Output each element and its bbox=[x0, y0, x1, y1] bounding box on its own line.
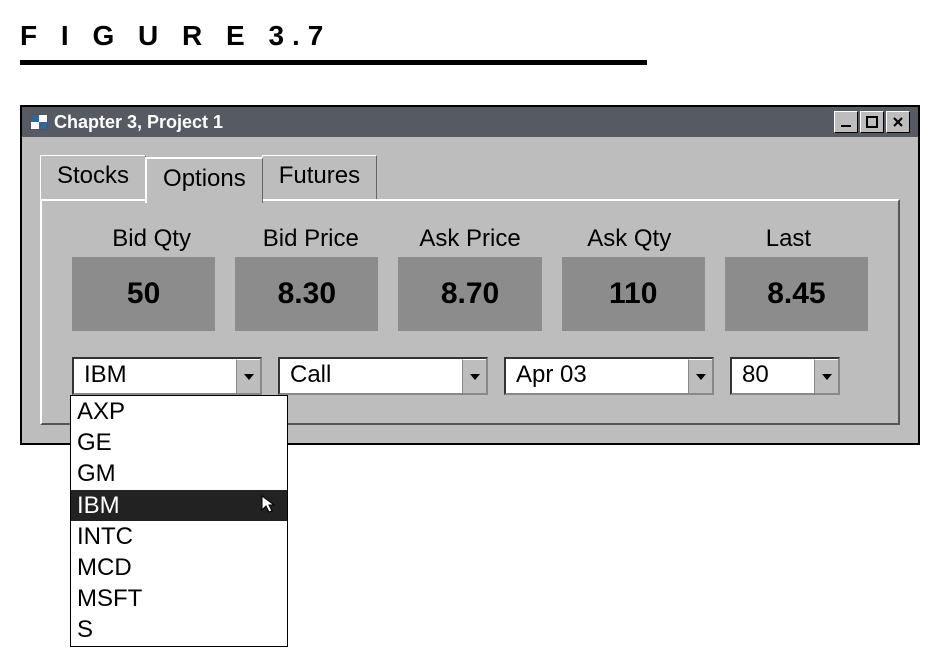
strike-combo[interactable]: 80 bbox=[730, 357, 840, 395]
type-combo[interactable]: Call bbox=[278, 357, 488, 395]
dropdown-item[interactable]: S bbox=[71, 614, 287, 645]
strike-combo-button[interactable] bbox=[814, 359, 838, 393]
tab-strip: Stocks Options Futures bbox=[40, 155, 900, 199]
symbol-combo[interactable]: IBM bbox=[72, 357, 262, 395]
tab-panel-options: Bid Qty Bid Price Ask Price Ask Qty Last… bbox=[40, 199, 900, 425]
dropdown-item[interactable]: GM bbox=[71, 458, 287, 489]
type-combo-value: Call bbox=[280, 359, 462, 393]
window-body: Stocks Options Futures Bid Qty Bid Price… bbox=[22, 137, 918, 443]
value-bid-qty: 50 bbox=[72, 257, 215, 331]
chevron-down-icon bbox=[696, 374, 706, 380]
header-bid-qty: Bid Qty bbox=[72, 225, 231, 253]
tab-futures[interactable]: Futures bbox=[262, 155, 377, 199]
type-combo-button[interactable] bbox=[462, 359, 486, 393]
quote-headers: Bid Qty Bid Price Ask Price Ask Qty Last bbox=[62, 225, 878, 253]
tab-stocks[interactable]: Stocks bbox=[40, 155, 146, 199]
maximize-icon bbox=[866, 116, 878, 128]
app-icon bbox=[30, 114, 48, 130]
minimize-button[interactable] bbox=[834, 111, 858, 133]
chevron-down-icon bbox=[470, 374, 480, 380]
dropdown-item[interactable]: IBM bbox=[71, 490, 287, 521]
minimize-icon bbox=[840, 116, 852, 128]
value-bid-price: 8.30 bbox=[235, 257, 378, 331]
expiry-combo-button[interactable] bbox=[688, 359, 712, 393]
strike-combo-value: 80 bbox=[732, 359, 814, 393]
dropdown-item[interactable]: MCD bbox=[71, 552, 287, 583]
close-button[interactable] bbox=[886, 111, 910, 133]
header-ask-price: Ask Price bbox=[390, 225, 549, 253]
tab-options[interactable]: Options bbox=[145, 157, 263, 203]
maximize-button[interactable] bbox=[860, 111, 884, 133]
header-bid-price: Bid Price bbox=[231, 225, 390, 253]
close-icon bbox=[892, 116, 904, 128]
dropdown-item[interactable]: MSFT bbox=[71, 583, 287, 614]
dropdown-item[interactable]: AXP bbox=[71, 396, 287, 427]
mouse-cursor-icon bbox=[261, 492, 277, 523]
app-window: Chapter 3, Project 1 Stocks Options Futu… bbox=[20, 105, 920, 445]
combo-row: IBM Call Apr 03 bbox=[62, 357, 878, 395]
symbol-combo-value: IBM bbox=[74, 359, 236, 393]
figure-label: F I G U R E 3.7 bbox=[20, 20, 916, 52]
chevron-down-icon bbox=[822, 374, 832, 380]
header-ask-qty: Ask Qty bbox=[550, 225, 709, 253]
expiry-combo[interactable]: Apr 03 bbox=[504, 357, 714, 395]
value-ask-price: 8.70 bbox=[398, 257, 541, 331]
symbol-dropdown-list[interactable]: AXPGEGMIBMINTCMCDMSFTS bbox=[70, 395, 288, 647]
dropdown-item[interactable]: INTC bbox=[71, 521, 287, 552]
title-bar[interactable]: Chapter 3, Project 1 bbox=[22, 107, 918, 137]
figure-rule bbox=[20, 60, 647, 65]
dropdown-item[interactable]: GE bbox=[71, 427, 287, 458]
quote-values: 50 8.30 8.70 110 8.45 bbox=[62, 257, 878, 331]
symbol-combo-button[interactable] bbox=[236, 359, 260, 393]
expiry-combo-value: Apr 03 bbox=[506, 359, 688, 393]
chevron-down-icon bbox=[244, 374, 254, 380]
value-last: 8.45 bbox=[725, 257, 868, 331]
value-ask-qty: 110 bbox=[562, 257, 705, 331]
window-title: Chapter 3, Project 1 bbox=[54, 112, 223, 133]
window-controls bbox=[834, 111, 910, 133]
header-last: Last bbox=[709, 225, 868, 253]
